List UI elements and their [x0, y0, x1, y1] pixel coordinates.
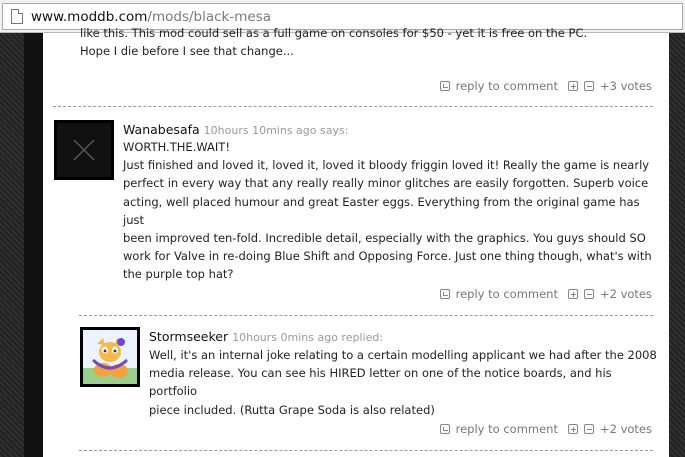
reply-link[interactable]: reply to comment [456, 287, 558, 301]
comment-line: media release. You can see his HIRED let… [149, 366, 612, 399]
vote-count: +3 votes [599, 79, 652, 93]
left-border [24, 33, 43, 457]
comment-line: like this. This mod could sell as a full… [80, 26, 588, 40]
comment-header: Wanabesafa 10hours 10mins ago says: [123, 122, 658, 137]
comment-line: Well, it's an internal joke relating to … [149, 348, 657, 362]
reply-icon [439, 81, 450, 91]
comment-divider [79, 450, 653, 451]
comment-line: been improved ten-fold. Incredible detai… [123, 231, 646, 246]
vote-down-icon[interactable] [583, 289, 594, 299]
comment-body: WORTH.THE.WAIT! Just finished and loved … [123, 138, 658, 284]
reply-link[interactable]: reply to comment [456, 422, 558, 436]
comment-divider [79, 315, 653, 316]
reply-icon [439, 289, 450, 299]
vote-down-icon[interactable] [583, 424, 594, 434]
user-avatar-image [83, 330, 137, 384]
comment-line: work for Valve in re-doing Blue Shift an… [123, 249, 652, 264]
comment-actions: reply to comment +2 votes [439, 422, 652, 436]
comment-author[interactable]: Wanabesafa [123, 122, 200, 137]
comment-line: acting, well placed humour and great Eas… [123, 194, 640, 227]
previous-comment-text: like this. This mod could sell as a full… [80, 26, 665, 60]
url-path: /mods/black-mesa [147, 8, 271, 25]
vote-up-icon[interactable] [567, 81, 578, 91]
right-background [669, 33, 685, 457]
reply-icon [439, 424, 450, 434]
page-icon [11, 9, 23, 24]
comment-line: perfect in every way that any really rea… [123, 176, 649, 191]
comment-divider [53, 106, 653, 107]
default-avatar-icon [73, 139, 95, 161]
comment-line: Just finished and loved it, loved it, lo… [123, 158, 650, 173]
vote-count: +2 votes [599, 287, 652, 301]
comment: Stormseeker 10hours 0mins ago replied: W… [149, 329, 659, 419]
vote-count: +2 votes [599, 422, 652, 436]
comment-line: WORTH.THE.WAIT! [123, 140, 230, 154]
comment: Wanabesafa 10hours 10mins ago says: WORT… [123, 122, 658, 284]
comment-author[interactable]: Stormseeker [149, 329, 228, 344]
avatar[interactable] [54, 120, 114, 180]
reply-link[interactable]: reply to comment [456, 79, 558, 93]
vote-up-icon[interactable] [567, 424, 578, 434]
comment-line: Hope I die before I see that change... [80, 44, 294, 58]
comment-line: piece included. (Rutta Grape Soda is als… [149, 402, 435, 417]
comment-body: Well, it's an internal joke relating to … [149, 346, 659, 419]
comment-meta: 10hours 0mins ago replied: [232, 331, 384, 344]
comment-actions: reply to comment +2 votes [439, 287, 652, 301]
avatar[interactable] [80, 327, 140, 387]
comment-line: the purple top hat? [123, 267, 234, 282]
comment-actions: reply to comment +3 votes [439, 79, 652, 93]
comment-meta: 10hours 10mins ago says: [203, 124, 349, 137]
vote-up-icon[interactable] [567, 289, 578, 299]
vote-down-icon[interactable] [583, 81, 594, 91]
url-host: www.moddb.com [31, 8, 148, 25]
comment-header: Stormseeker 10hours 0mins ago replied: [149, 329, 659, 344]
